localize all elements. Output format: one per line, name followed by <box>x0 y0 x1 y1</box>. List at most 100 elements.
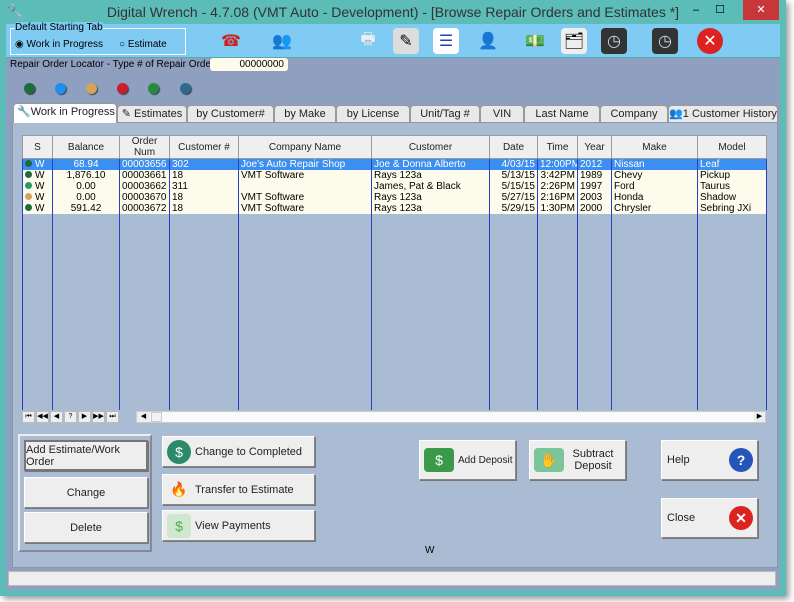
cell-customer: Rays 123a <box>371 192 490 203</box>
column-header[interactable]: Customer # <box>169 135 239 159</box>
maximize-button[interactable]: ☐ <box>710 3 730 16</box>
table-row[interactable]: W 0.00 00003662 311 James, Pat & Black 5/15/1… <box>22 181 767 192</box>
button-label: Add Deposit <box>458 454 513 466</box>
technician-icon[interactable]: 👤 <box>475 28 501 54</box>
tab-work-in-progress[interactable]: 🔧Work in Progress <box>13 103 117 123</box>
status-dot-red[interactable] <box>117 83 128 94</box>
button-label: Change to Completed <box>195 445 303 458</box>
column-header[interactable]: Customer <box>371 135 490 159</box>
cell-make: Chevy <box>611 170 698 181</box>
clock-in-icon[interactable]: ◷ <box>601 28 627 54</box>
add-deposit-button[interactable]: $ Add Deposit <box>419 440 516 480</box>
clock-out-icon[interactable]: ◷ <box>652 28 678 54</box>
radio-work-in-progress[interactable]: ◉ Work in Progress <box>15 39 103 50</box>
status-dot-blue[interactable] <box>55 83 66 94</box>
column-header[interactable]: Make <box>611 135 698 159</box>
change-to-completed-button[interactable]: $ Change to Completed <box>162 436 315 467</box>
tab-vin[interactable]: VIN <box>480 105 524 122</box>
tab-company[interactable]: Company <box>600 105 668 122</box>
change-button[interactable]: Change <box>24 477 148 508</box>
table-row[interactable]: W 0.00 00003670 18 VMT Software Rays 123a 5/27… <box>22 192 767 203</box>
cell-order: 00003656 <box>119 158 170 170</box>
money-icon[interactable]: 💵 <box>522 28 548 54</box>
cell-balance: 1,876.10 <box>52 170 120 181</box>
cell-model: Shadow <box>697 192 767 203</box>
cell-date: 4/03/15 <box>489 158 538 170</box>
cell-date: 5/15/15 <box>489 181 538 192</box>
cell-s: W <box>22 192 53 203</box>
column-header[interactable]: Balance <box>52 135 120 159</box>
grid-column-line <box>169 204 170 410</box>
transfer-to-estimate-button[interactable]: 🔥 Transfer to Estimate <box>162 474 315 505</box>
document-edit-icon[interactable]: ✎ <box>393 28 419 54</box>
cell-model: Sebring JXi <box>697 203 767 214</box>
grid-nav-button[interactable]: ⏭ <box>106 411 119 423</box>
table-row[interactable]: W 591.42 00003672 18 VMT Software Rays 123a 5/… <box>22 203 767 214</box>
cell-cust: 18 <box>169 170 239 181</box>
column-header[interactable]: Date <box>489 135 538 159</box>
grid-nav-button[interactable]: ? <box>64 411 77 423</box>
cell-s: W <box>22 203 53 214</box>
status-dot-green[interactable] <box>148 83 159 94</box>
locator-input[interactable]: 00000000 <box>210 58 288 71</box>
grid-nav-button[interactable]: ▶▶ <box>92 411 105 423</box>
grid-nav-button[interactable]: ▶ <box>78 411 91 423</box>
scroll-thumb[interactable] <box>151 412 162 422</box>
cell-date: 5/29/15 <box>489 203 538 214</box>
close-window-button[interactable]: ✕ <box>743 0 779 20</box>
horizontal-scrollbar[interactable]: ◀ ▶ <box>136 411 766 423</box>
tab-by-make[interactable]: by Make <box>274 105 336 122</box>
phone-computer-icon[interactable]: ☎ <box>218 28 244 54</box>
grid-nav-button[interactable]: ◀◀ <box>36 411 49 423</box>
column-header[interactable]: S <box>22 135 53 159</box>
toolbar: Default Starting Tab ◉ Work in Progress … <box>6 22 780 58</box>
grid-column-line <box>489 204 490 410</box>
view-payments-button[interactable]: $ View Payments <box>162 510 315 541</box>
tab-by-customer[interactable]: by Customer# <box>187 105 274 122</box>
cell-cust: 302 <box>169 158 239 170</box>
status-dot-tan[interactable] <box>86 83 97 94</box>
scroll-left-arrow[interactable]: ◀ <box>137 412 150 422</box>
add-estimate-work-order-button[interactable]: Add Estimate/Work Order <box>24 440 148 471</box>
tab-customer-history[interactable]: 👥1 Customer History <box>668 105 778 122</box>
cell-order: 00003662 <box>119 181 170 192</box>
printer-icon[interactable]: 🖶 <box>355 28 381 54</box>
tab-last-name[interactable]: Last Name <box>524 105 600 122</box>
customers-icon[interactable]: 👥 <box>269 28 295 54</box>
table-row[interactable]: W 1,876.10 00003661 18 VMT Software Rays 123a… <box>22 170 767 181</box>
default-tab-group: Default Starting Tab ◉ Work in Progress … <box>10 22 186 55</box>
help-button[interactable]: Help? <box>661 440 758 480</box>
status-dot-teal[interactable] <box>180 83 191 94</box>
cell-customer: James, Pat & Black <box>371 181 490 192</box>
status-dot-dark-green[interactable] <box>24 83 35 94</box>
column-header[interactable]: Time <box>537 135 578 159</box>
tab-estimates[interactable]: ✎ Estimates <box>117 105 187 122</box>
burning-money-icon: 🔥 <box>170 481 188 497</box>
status-dot-icon <box>25 204 32 211</box>
minimize-button[interactable]: – <box>686 4 706 16</box>
checklist-icon[interactable]: ☰ <box>433 28 459 54</box>
delete-button[interactable]: Delete <box>24 512 148 543</box>
grid-nav-button[interactable]: ◀ <box>50 411 63 423</box>
cell-time: 2:16PM <box>537 192 578 203</box>
subtract-deposit-button[interactable]: ✋ Subtract Deposit <box>529 440 626 480</box>
cell-customer: Rays 123a <box>371 170 490 181</box>
grid-column-line <box>697 204 698 410</box>
file-tray-icon[interactable]: 🗂 <box>561 28 587 54</box>
column-header[interactable]: Model <box>697 135 767 159</box>
cell-order: 00003672 <box>119 203 170 214</box>
cell-cust: 18 <box>169 203 239 214</box>
exit-icon[interactable]: ✕ <box>697 28 723 54</box>
grid-nav-button[interactable]: ⏮ <box>22 411 35 423</box>
column-header[interactable]: Company Name <box>238 135 372 159</box>
tab-by-license[interactable]: by License <box>336 105 410 122</box>
cell-time: 1:30PM <box>537 203 578 214</box>
radio-label: Estimate <box>127 39 167 50</box>
column-header[interactable]: Order Num <box>119 135 170 159</box>
column-header[interactable]: Year <box>577 135 612 159</box>
tab-unit-tag[interactable]: Unit/Tag # <box>410 105 480 122</box>
close-button[interactable]: Close ✕ <box>661 498 758 538</box>
table-row[interactable]: W 68.94 00003656 302 Joe's Auto Repair Shop J… <box>22 158 767 170</box>
scroll-right-arrow[interactable]: ▶ <box>754 412 765 422</box>
radio-estimate[interactable]: ○ Estimate <box>119 39 167 50</box>
